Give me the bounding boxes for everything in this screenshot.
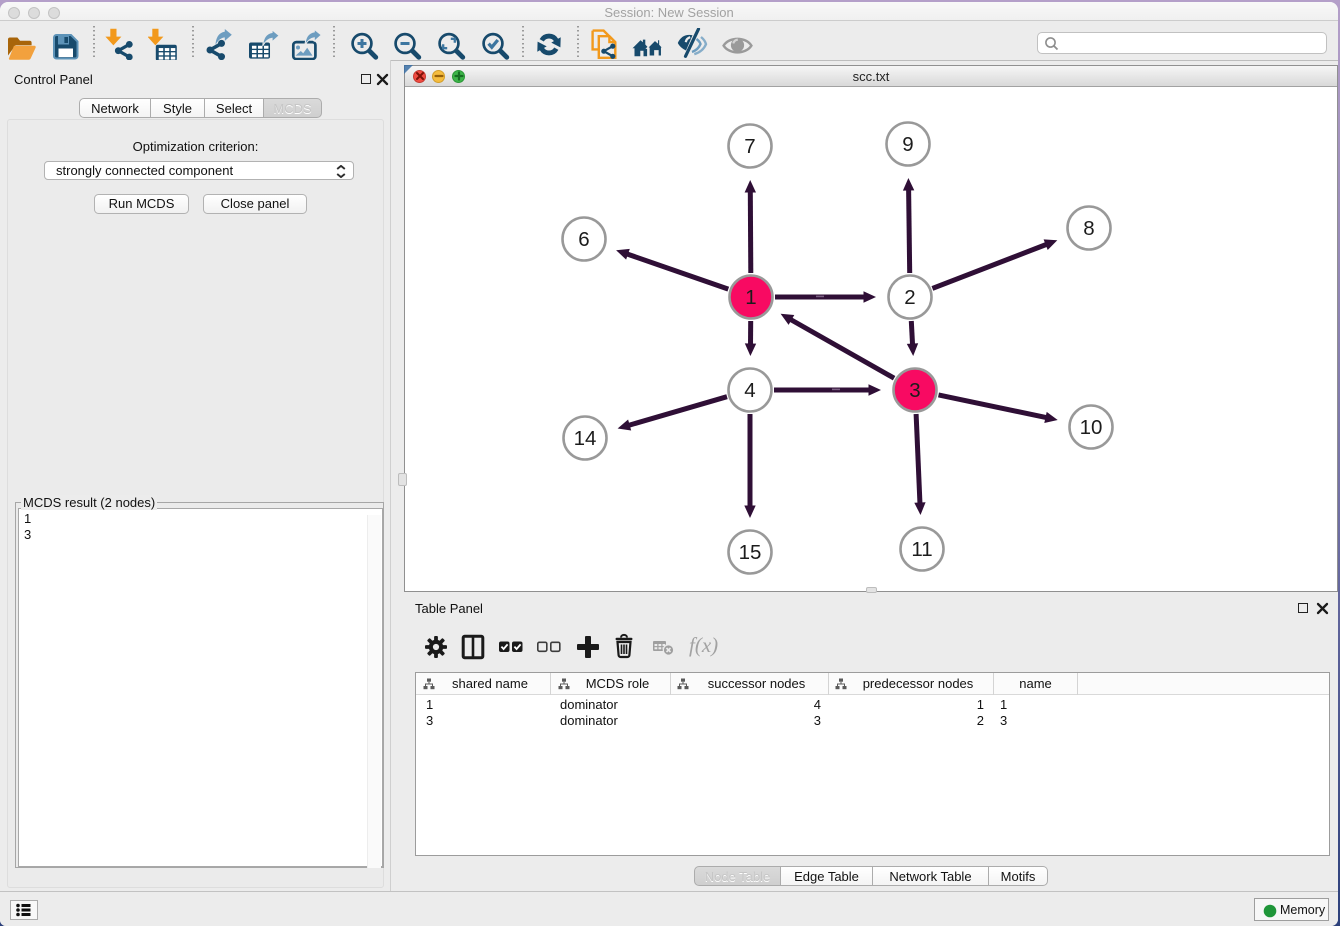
svg-text:3: 3 [909,379,920,402]
svg-text:2: 2 [904,286,915,309]
svg-text:8: 8 [1083,217,1094,240]
svg-text:14: 14 [574,427,597,450]
svg-text:10: 10 [1080,416,1103,439]
svg-text:6: 6 [578,228,589,251]
svg-text:7: 7 [744,135,755,158]
svg-text:9: 9 [902,133,913,156]
svg-text:1: 1 [745,286,756,309]
svg-text:4: 4 [744,379,755,402]
svg-text:15: 15 [739,541,762,564]
svg-text:11: 11 [911,538,932,561]
